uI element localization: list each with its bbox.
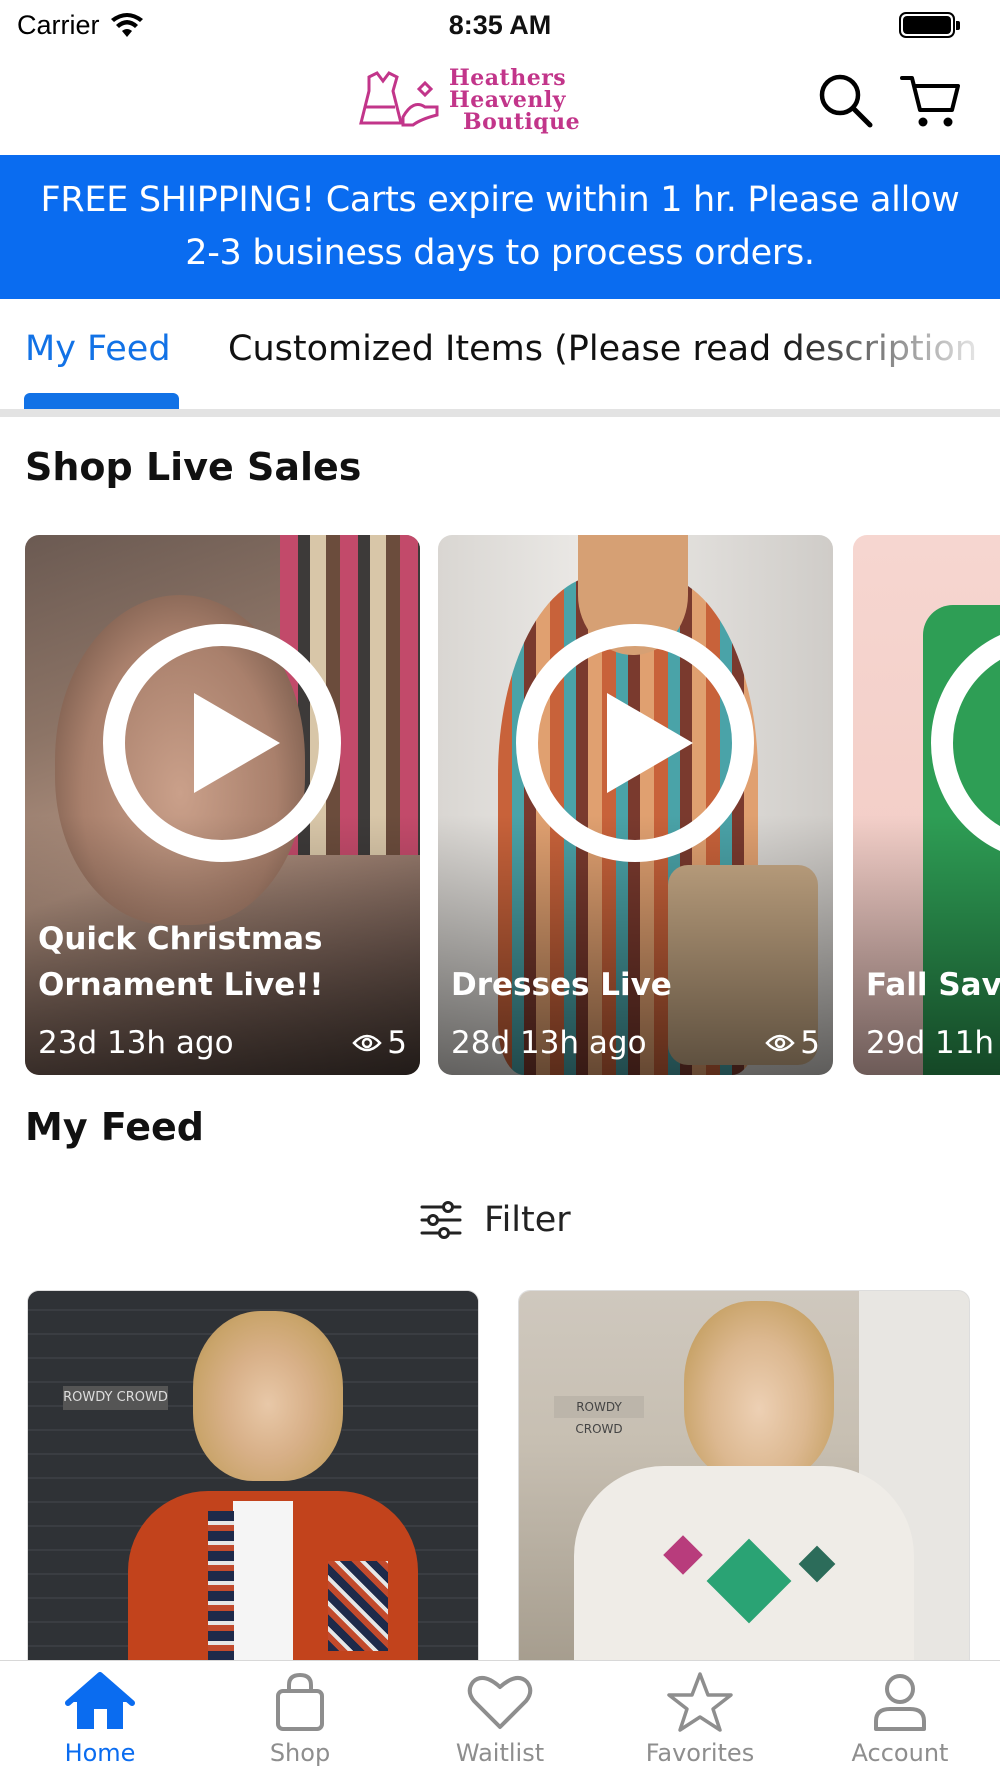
nav-label-favorites: Favorites	[645, 1739, 755, 1767]
feed-title: My Feed	[25, 1105, 204, 1149]
logo-line-2: Heavenly	[449, 87, 566, 113]
view-count-value: 5	[387, 1025, 407, 1061]
status-bar: Carrier 8:35 AM	[0, 0, 1000, 50]
search-icon[interactable]	[815, 70, 877, 132]
live-sale-meta: 23d 13h ago 5	[38, 1025, 407, 1061]
live-sale-title: Fall Save	[866, 967, 1000, 1003]
live-sales-title: Shop Live Sales	[25, 445, 362, 489]
product-card[interactable]: ROWDY CROWD	[518, 1290, 970, 1670]
live-sale-time-ago: 29d 11h	[866, 1025, 995, 1061]
nav-account[interactable]: Account	[800, 1671, 1000, 1778]
logo-line-3: Boutique	[463, 109, 581, 135]
filter-label: Filter	[484, 1200, 571, 1240]
play-icon[interactable]	[930, 623, 1000, 863]
nav-label-waitlist: Waitlist	[455, 1739, 545, 1767]
live-sale-meta: 29d 11h	[866, 1025, 1000, 1061]
tab-fade-overlay	[780, 299, 1000, 409]
nav-waitlist[interactable]: Waitlist	[400, 1671, 600, 1778]
live-sale-meta: 28d 13h ago 5	[451, 1025, 820, 1061]
cart-icon[interactable]	[900, 70, 962, 132]
product-image: ROWDY CROWD	[519, 1291, 969, 1669]
view-count-value: 5	[800, 1025, 820, 1061]
play-icon[interactable]	[102, 623, 342, 863]
nav-shop[interactable]: Shop	[200, 1671, 400, 1778]
play-icon[interactable]	[515, 623, 755, 863]
bottom-tab-bar: Home Shop Waitlist Favorites Account	[0, 1660, 1000, 1778]
nav-favorites[interactable]: Favorites	[600, 1671, 800, 1778]
live-sales-carousel[interactable]: Quick Christmas Ornament Live!! 23d 13h …	[0, 535, 1000, 1075]
nav-label-shop: Shop	[269, 1739, 331, 1767]
clock: 8:35 AM	[448, 10, 552, 40]
nav-label-account: Account	[851, 1739, 949, 1767]
battery-icon	[899, 12, 960, 38]
view-count: 5	[765, 1025, 820, 1061]
logo-line-1: Heathers	[449, 65, 567, 91]
live-sale-card[interactable]: Quick Christmas Ornament Live!! 23d 13h …	[25, 535, 420, 1075]
brand-sign: ROWDY CROWD	[63, 1386, 168, 1410]
heart-icon	[467, 1676, 533, 1729]
live-sale-card[interactable]: Fall Save 29d 11h	[853, 535, 1000, 1075]
shipping-banner: FREE SHIPPING! Carts expire within 1 hr.…	[0, 155, 1000, 299]
filter-sliders-icon	[420, 1201, 462, 1239]
product-card[interactable]: ROWDY CROWD	[27, 1290, 479, 1670]
brand-sign: ROWDY CROWD	[554, 1396, 644, 1436]
view-count: 5	[352, 1025, 407, 1061]
live-sale-title: Quick Christmas Ornament Live!!	[38, 921, 324, 1003]
home-icon	[65, 1672, 135, 1729]
product-image: ROWDY CROWD	[28, 1291, 478, 1669]
star-icon	[667, 1672, 733, 1732]
dress-shoe-logo-icon	[359, 71, 439, 127]
active-tab-indicator	[24, 393, 179, 409]
category-tabs: My Feed Customized Items (Please read de…	[0, 299, 1000, 417]
eye-icon	[352, 1034, 382, 1052]
live-sale-time-ago: 28d 13h ago	[451, 1025, 647, 1061]
banner-text: FREE SHIPPING! Carts expire within 1 hr.…	[40, 180, 960, 273]
nav-label-home: Home	[64, 1739, 136, 1767]
filter-button[interactable]: Filter	[420, 1195, 571, 1245]
bag-icon	[276, 1672, 324, 1731]
nav-home[interactable]: Home	[0, 1671, 200, 1778]
tab-my-feed[interactable]: My Feed	[25, 329, 171, 369]
live-sale-title: Dresses Live	[451, 967, 672, 1003]
live-sale-time-ago: 23d 13h ago	[38, 1025, 234, 1061]
eye-icon	[765, 1034, 795, 1052]
app-header: Heathers Heavenly Boutique	[0, 50, 1000, 155]
boutique-logo[interactable]: Heathers Heavenly Boutique	[355, 62, 645, 138]
live-sale-card[interactable]: Dresses Live 28d 13h ago 5	[438, 535, 833, 1075]
person-icon	[874, 1674, 926, 1731]
